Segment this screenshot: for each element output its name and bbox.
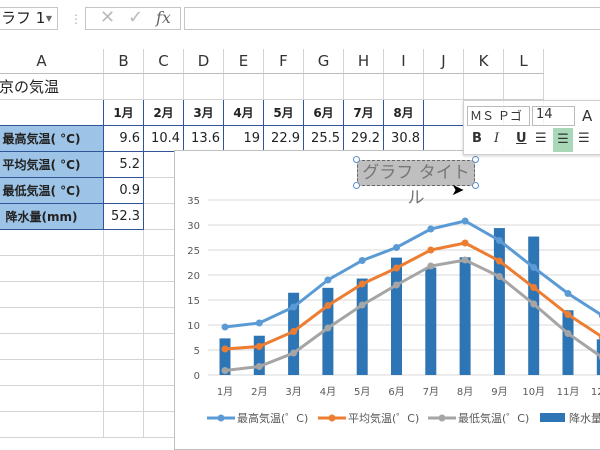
data-point [290, 303, 298, 311]
data-point [358, 280, 366, 288]
data-point [255, 343, 263, 350]
data-point [461, 239, 469, 247]
data-point [495, 257, 503, 265]
y-tick-label: 35 [187, 196, 200, 207]
x-tick-label: 1月 [217, 386, 233, 398]
x-tick-label: 12月 [591, 386, 600, 398]
italic-button[interactable]: I [494, 131, 499, 146]
legend-label: 降水量(mm) [569, 411, 600, 425]
data-point [427, 225, 435, 233]
legend-bar-icon [540, 413, 565, 422]
cursor-icon: ➤ [451, 180, 465, 199]
data-point [290, 349, 298, 357]
x-tick-label: 11月 [557, 386, 580, 398]
mini-toolbar: ＭＳ Ｐゴ 14 A B I U ☰ ☰ ☰ [463, 100, 600, 155]
resize-handle[interactable] [353, 182, 360, 189]
x-tick-label: 2月 [251, 386, 267, 398]
data-point [255, 319, 263, 327]
legend-marker-icon [217, 414, 225, 422]
y-tick-label: 5 [194, 346, 200, 357]
precipitation-bar [356, 278, 368, 375]
resize-handle[interactable] [472, 156, 479, 163]
y-tick-label: 10 [187, 321, 200, 332]
data-point [530, 300, 538, 308]
data-point [530, 264, 538, 271]
resize-handle[interactable] [353, 156, 360, 163]
align-right-icon[interactable]: ☰ [578, 131, 590, 146]
data-point [427, 262, 435, 270]
y-tick-label: 30 [187, 221, 200, 232]
data-point [564, 290, 572, 297]
precipitation-bar [562, 310, 574, 375]
data-point [358, 301, 366, 309]
data-point [427, 246, 435, 254]
align-center-icon[interactable]: ☰ [553, 128, 573, 152]
precipitation-bar [391, 257, 402, 375]
legend-label: 最高気温(゜C) [237, 411, 308, 425]
y-tick-label: 25 [187, 246, 200, 257]
y-tick-label: 15 [187, 296, 200, 307]
data-point [393, 244, 400, 251]
data-point [358, 257, 366, 264]
grow-font-button[interactable]: A [582, 107, 592, 125]
data-point [221, 367, 229, 374]
data-point [461, 217, 469, 225]
x-tick-label: 3月 [285, 386, 301, 398]
legend-label: 平均気温(゜C) [348, 411, 419, 425]
underline-button[interactable]: U [516, 131, 527, 146]
font-select[interactable]: ＭＳ Ｐゴ [467, 106, 530, 126]
precipitation-bar [459, 257, 471, 375]
precipitation-bar [493, 228, 505, 375]
data-point [495, 273, 503, 280]
data-point [564, 311, 572, 318]
data-point [393, 281, 400, 289]
data-point [290, 328, 298, 335]
x-tick-label: 8月 [457, 386, 473, 398]
x-tick-label: 7月 [423, 386, 439, 398]
data-point [324, 324, 332, 332]
x-tick-label: 10月 [522, 386, 545, 398]
data-point [461, 256, 469, 264]
x-tick-label: 6月 [388, 386, 404, 398]
legend-label: 最低気温(゜C) [458, 411, 529, 425]
y-tick-label: 0 [194, 371, 200, 382]
chart-plot: 0 5 10 15 20 25 30 35 1月 2月 3月 4月 5月 6月 7月 8月 9月 10月 11月 12… [187, 196, 600, 425]
legend-marker-icon [328, 414, 336, 422]
data-point [221, 323, 229, 331]
x-tick-label: 5月 [354, 386, 370, 398]
data-point [255, 363, 263, 370]
data-point [393, 264, 400, 272]
legend-marker-icon [438, 414, 446, 422]
series-line [224, 241, 600, 351]
bold-button[interactable]: B [472, 131, 482, 146]
data-point [530, 284, 538, 291]
y-tick-label: 20 [187, 271, 200, 282]
data-point [495, 237, 503, 244]
x-tick-label: 9月 [491, 386, 507, 398]
align-left-icon[interactable]: ☰ [535, 131, 547, 146]
precipitation-bar [425, 267, 437, 375]
data-point [564, 330, 572, 337]
data-point [221, 345, 229, 353]
font-size-select[interactable]: 14 [532, 106, 575, 126]
data-point [324, 302, 332, 309]
resize-handle[interactable] [472, 182, 479, 189]
x-tick-label: 4月 [320, 386, 336, 398]
data-point [324, 276, 332, 284]
